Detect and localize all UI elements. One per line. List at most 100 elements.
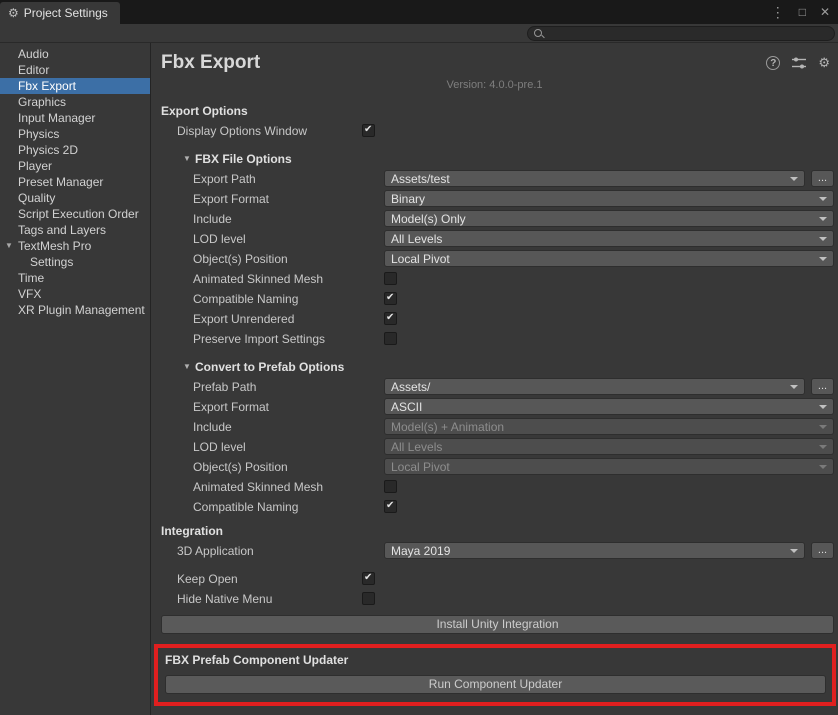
prefab-path-browse-button[interactable]: ... bbox=[811, 378, 834, 395]
export-unrendered-checkbox[interactable] bbox=[384, 312, 397, 325]
field-label: Compatible Naming bbox=[193, 500, 298, 514]
sidebar-item-label: Settings bbox=[30, 255, 73, 269]
sidebar-item-label: Script Execution Order bbox=[18, 207, 139, 221]
version-label: Version: 4.0.0-pre.1 bbox=[151, 79, 838, 91]
chevron-down-icon bbox=[819, 197, 827, 201]
foldout-triangle-icon[interactable]: ▼ bbox=[183, 154, 191, 163]
prefab-include-dropdown: Model(s) + Animation bbox=[384, 418, 834, 435]
convert-to-prefab-options-foldout[interactable]: ▼ Convert to Prefab Options bbox=[151, 357, 838, 377]
3d-application-browse-button[interactable]: ... bbox=[811, 542, 834, 559]
help-icon[interactable]: ? bbox=[766, 56, 780, 70]
tab-title: Project Settings bbox=[24, 6, 108, 20]
prefab-path-dropdown[interactable]: Assets/ bbox=[384, 378, 805, 395]
include-dropdown[interactable]: Model(s) Only bbox=[384, 210, 834, 227]
sidebar-item-label: Tags and Layers bbox=[18, 223, 106, 237]
3d-application-dropdown[interactable]: Maya 2019 bbox=[384, 542, 805, 559]
prefab-export-format-row: Export Format ASCII bbox=[151, 397, 838, 417]
sidebar-item-label: Preset Manager bbox=[18, 175, 103, 189]
dropdown-value: Local Pivot bbox=[391, 252, 815, 266]
prefab-compatible-naming-checkbox[interactable] bbox=[384, 500, 397, 513]
window-menu-icon[interactable]: ⋮ bbox=[771, 6, 785, 18]
sidebar-item-tags-and-layers[interactable]: Tags and Layers bbox=[0, 222, 150, 238]
sidebar-item-label: XR Plugin Management bbox=[18, 303, 145, 317]
presets-icon[interactable] bbox=[792, 57, 806, 69]
prefab-objects-position-dropdown: Local Pivot bbox=[384, 458, 834, 475]
foldout-label[interactable]: Convert to Prefab Options bbox=[195, 360, 344, 374]
field-label: Include bbox=[193, 420, 232, 434]
settings-sidebar: Audio Editor Fbx Export Graphics Input M… bbox=[0, 43, 151, 715]
dropdown-value: Binary bbox=[391, 192, 815, 206]
dropdown-value: Assets/test bbox=[391, 172, 786, 186]
export-path-dropdown[interactable]: Assets/test bbox=[384, 170, 805, 187]
sidebar-item-textmesh-pro-settings[interactable]: Settings bbox=[0, 254, 150, 270]
prefab-lod-level-row: LOD level All Levels bbox=[151, 437, 838, 457]
hide-native-menu-checkbox[interactable] bbox=[362, 592, 375, 605]
sidebar-item-quality[interactable]: Quality bbox=[0, 190, 150, 206]
sidebar-item-label: Player bbox=[18, 159, 52, 173]
sidebar-item-xr-plugin-management[interactable]: XR Plugin Management bbox=[0, 302, 150, 318]
field-label: Prefab Path bbox=[193, 380, 256, 394]
sidebar-item-label: Graphics bbox=[18, 95, 66, 109]
sidebar-item-textmesh-pro[interactable]: ▼ TextMesh Pro bbox=[0, 238, 150, 254]
field-label: Display Options Window bbox=[177, 124, 307, 138]
sidebar-item-player[interactable]: Player bbox=[0, 158, 150, 174]
tab-project-settings[interactable]: ⚙ Project Settings bbox=[0, 2, 120, 24]
panel-header-icons: ? ⚙ bbox=[766, 55, 830, 71]
close-icon[interactable]: ✕ bbox=[820, 6, 830, 18]
dropdown-value: All Levels bbox=[391, 440, 815, 454]
display-options-window-checkbox[interactable] bbox=[362, 124, 375, 137]
install-unity-integration-button[interactable]: Install Unity Integration bbox=[161, 615, 834, 634]
fbx-file-options-foldout[interactable]: ▼ FBX File Options bbox=[151, 149, 838, 169]
sidebar-item-label: Input Manager bbox=[18, 111, 95, 125]
settings-gear-icon[interactable]: ⚙ bbox=[818, 55, 830, 71]
foldout-triangle-icon[interactable]: ▼ bbox=[5, 238, 13, 254]
sidebar-item-physics-2d[interactable]: Physics 2D bbox=[0, 142, 150, 158]
foldout-label[interactable]: FBX File Options bbox=[195, 152, 292, 166]
sidebar-item-preset-manager[interactable]: Preset Manager bbox=[0, 174, 150, 190]
sidebar-item-time[interactable]: Time bbox=[0, 270, 150, 286]
field-label: Include bbox=[193, 212, 232, 226]
settings-toolbar bbox=[0, 24, 838, 43]
chevron-down-icon bbox=[819, 425, 827, 429]
foldout-triangle-icon[interactable]: ▼ bbox=[183, 362, 191, 371]
section-header: Export Options bbox=[161, 104, 248, 118]
field-label: Hide Native Menu bbox=[177, 592, 272, 606]
field-label: Object(s) Position bbox=[193, 252, 288, 266]
objects-position-dropdown[interactable]: Local Pivot bbox=[384, 250, 834, 267]
hide-native-menu-row: Hide Native Menu bbox=[151, 589, 838, 609]
animated-skinned-mesh-row: Animated Skinned Mesh bbox=[151, 269, 838, 289]
compatible-naming-checkbox[interactable] bbox=[384, 292, 397, 305]
sidebar-item-fbx-export[interactable]: Fbx Export bbox=[0, 78, 150, 94]
sidebar-item-label: Fbx Export bbox=[18, 79, 76, 93]
animated-skinned-mesh-checkbox[interactable] bbox=[384, 272, 397, 285]
keep-open-checkbox[interactable] bbox=[362, 572, 375, 585]
sidebar-item-label: Physics 2D bbox=[18, 143, 78, 157]
sidebar-item-script-execution-order[interactable]: Script Execution Order bbox=[0, 206, 150, 222]
maximize-icon[interactable]: □ bbox=[799, 6, 806, 18]
search-input[interactable] bbox=[547, 27, 830, 39]
dropdown-value: Maya 2019 bbox=[391, 544, 786, 558]
display-options-window-row: Display Options Window bbox=[151, 121, 838, 141]
run-component-updater-button[interactable]: Run Component Updater bbox=[165, 675, 826, 694]
export-format-dropdown[interactable]: Binary bbox=[384, 190, 834, 207]
sidebar-item-vfx[interactable]: VFX bbox=[0, 286, 150, 302]
sidebar-item-editor[interactable]: Editor bbox=[0, 62, 150, 78]
sidebar-item-audio[interactable]: Audio bbox=[0, 46, 150, 62]
prefab-animated-skinned-mesh-row: Animated Skinned Mesh bbox=[151, 477, 838, 497]
prefab-animated-skinned-mesh-checkbox[interactable] bbox=[384, 480, 397, 493]
sidebar-item-physics[interactable]: Physics bbox=[0, 126, 150, 142]
preserve-import-settings-checkbox[interactable] bbox=[384, 332, 397, 345]
sidebar-item-graphics[interactable]: Graphics bbox=[0, 94, 150, 110]
export-path-browse-button[interactable]: ... bbox=[811, 170, 834, 187]
dropdown-value: ASCII bbox=[391, 400, 815, 414]
window-titlebar: ⚙ Project Settings ⋮ □ ✕ bbox=[0, 0, 838, 24]
lod-level-dropdown[interactable]: All Levels bbox=[384, 230, 834, 247]
field-label: LOD level bbox=[193, 232, 246, 246]
sidebar-item-input-manager[interactable]: Input Manager bbox=[0, 110, 150, 126]
prefab-export-format-dropdown[interactable]: ASCII bbox=[384, 398, 834, 415]
section-header-row: Export Options bbox=[151, 101, 838, 121]
export-format-row: Export Format Binary bbox=[151, 189, 838, 209]
dropdown-value: Model(s) + Animation bbox=[391, 420, 815, 434]
prefab-lod-level-dropdown: All Levels bbox=[384, 438, 834, 455]
search-field[interactable] bbox=[527, 26, 835, 41]
